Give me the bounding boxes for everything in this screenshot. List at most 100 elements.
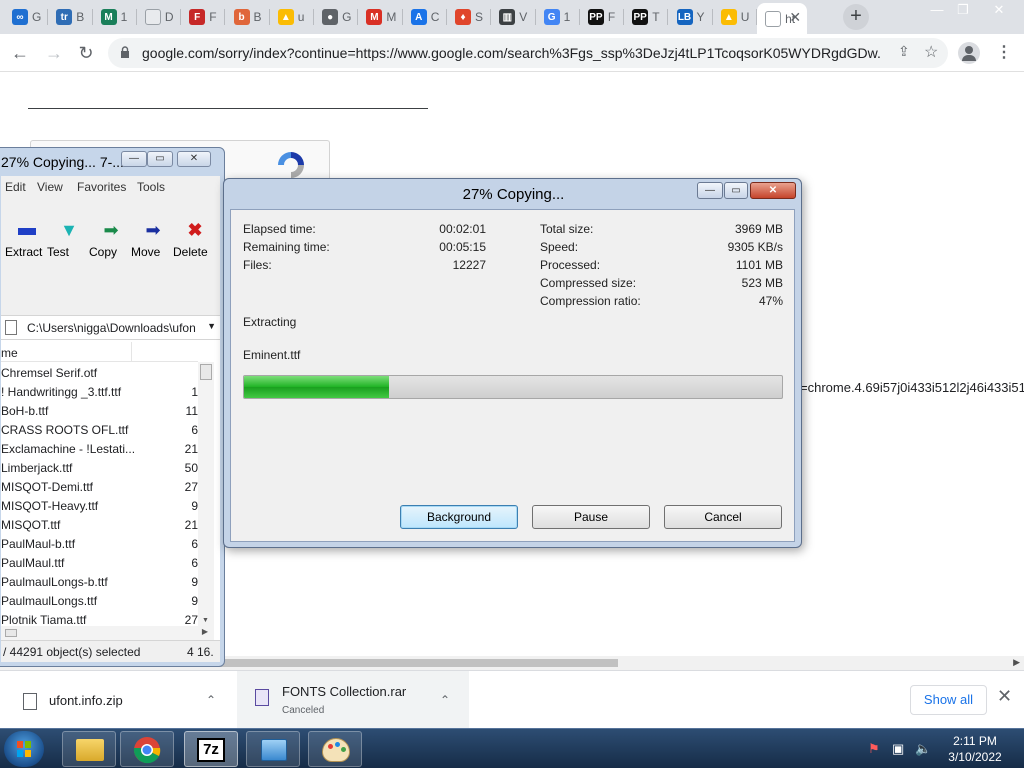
tab-4[interactable]: FF — [181, 4, 226, 30]
close-button[interactable]: ✕ — [177, 151, 211, 167]
scrollbar-thumb[interactable] — [5, 629, 17, 637]
tab-6[interactable]: ▲ u — [270, 4, 315, 30]
restore-window-button[interactable]: ❐ — [948, 0, 978, 20]
share-icon[interactable]: ⇪ — [898, 43, 910, 60]
tab-1[interactable]: tr B — [48, 4, 93, 30]
file-row[interactable]: Exclamachine - !Lestati... 21 — [1, 440, 198, 459]
minimize-button[interactable]: — — [697, 182, 723, 199]
address-bar[interactable]: google.com/sorry/index?continue=https://… — [108, 38, 948, 68]
tab-title: B — [76, 10, 85, 24]
file-row[interactable]: PaulMaul.ttf 6 — [1, 554, 198, 573]
scroll-right-arrow-icon[interactable]: ▶ — [202, 627, 208, 636]
volume-icon[interactable]: 🔈 — [915, 741, 931, 757]
scroll-right-arrow-icon[interactable]: ▶ — [1013, 657, 1020, 668]
file-row[interactable]: PaulMaul-b.ttf 6 — [1, 535, 198, 554]
reload-button[interactable]: ↻ — [74, 41, 98, 65]
menu-kebab-icon[interactable]: ⋮ — [996, 42, 1012, 62]
chrome-taskbar-button[interactable] — [120, 731, 174, 767]
network-icon[interactable]: ▣ — [892, 741, 904, 757]
file-size: 21 — [184, 442, 198, 456]
maximize-button[interactable]: ▭ — [724, 182, 748, 199]
extract-button[interactable]: Extract — [5, 218, 49, 259]
explorer-taskbar-button[interactable] — [62, 731, 116, 767]
forward-button[interactable]: → — [42, 41, 66, 65]
new-tab-button[interactable]: + — [843, 4, 869, 30]
file-name: ! Handwritingg _3.ttf.ttf — [1, 385, 122, 399]
file-list-vertical-scrollbar[interactable]: ▼ — [198, 362, 214, 626]
file-row[interactable]: Limberjack.ttf 50 — [1, 459, 198, 478]
stat-label: Speed: — [540, 240, 579, 254]
close-shelf-icon[interactable]: ✕ — [997, 686, 1012, 707]
background-button[interactable]: Background — [400, 505, 518, 529]
file-row[interactable]: Chremsel Serif.otf — [1, 364, 198, 383]
path-combobox[interactable]: C:\Users\nigga\Downloads\ufon ▼ — [1, 316, 220, 340]
minimize-button[interactable]: — — [121, 151, 147, 167]
move-button[interactable]: ➡ Move — [131, 218, 175, 259]
tab-14[interactable]: PP T — [624, 4, 669, 30]
close-tab-icon[interactable]: ✕ — [789, 9, 801, 26]
menu-edit[interactable]: Edit — [5, 180, 26, 194]
close-button[interactable]: ✕ — [750, 182, 796, 199]
pp-icon: PP — [587, 9, 604, 25]
menu-view[interactable]: View — [37, 180, 63, 194]
download-item-rar[interactable]: FONTS Collection.rar Canceled ⌃ — [237, 671, 469, 729]
file-row[interactable]: MISQOT-Demi.ttf 27 — [1, 478, 198, 497]
chevron-up-icon[interactable]: ⌃ — [440, 693, 450, 707]
windows-logo-icon — [17, 741, 31, 757]
scroll-down-arrow-icon[interactable]: ▼ — [202, 617, 209, 624]
chevron-up-icon[interactable]: ⌃ — [206, 693, 216, 707]
download-item-zip[interactable]: ufont.info.zip ⌃ — [0, 671, 235, 729]
file-list-horizontal-scrollbar[interactable]: ▶ — [1, 626, 214, 640]
file-row[interactable]: ! Handwritingg _3.ttf.ttf 1 — [1, 383, 198, 402]
tab-7[interactable]: ● G — [314, 4, 359, 30]
control-panel-taskbar-button[interactable] — [246, 731, 300, 767]
chevron-down-icon[interactable]: ▼ — [207, 321, 216, 331]
tab-3[interactable]: D — [137, 4, 182, 30]
start-button[interactable] — [4, 731, 44, 767]
menu-tools[interactable]: Tools — [137, 180, 165, 194]
tab-9[interactable]: AC — [403, 4, 447, 30]
file-list[interactable]: Chremsel Serif.otf ! Handwritingg _3.ttf.… — [1, 364, 198, 626]
close-window-button[interactable]: ✕ — [982, 0, 1016, 20]
brave-shield-icon: ♦ — [455, 9, 471, 25]
file-row[interactable]: CRASS ROOTS OFL.ttf 6 — [1, 421, 198, 440]
7zip-taskbar-button[interactable]: 7z — [184, 731, 238, 767]
tab-5[interactable]: bB — [226, 4, 270, 30]
maximize-button[interactable]: ▭ — [147, 151, 173, 167]
cancel-button[interactable]: Cancel — [664, 505, 782, 529]
back-button[interactable]: ← — [8, 41, 32, 65]
bookmark-star-icon[interactable]: ☆ — [924, 42, 938, 62]
tab-15[interactable]: LB Y — [669, 4, 713, 30]
delete-button[interactable]: ✖ Delete — [173, 218, 217, 259]
file-row[interactable]: Plotnik Tiama.ttf 27 — [1, 611, 198, 626]
tab-0[interactable]: ∞ G — [4, 4, 49, 30]
scrollbar-thumb[interactable] — [200, 364, 212, 380]
tab-11[interactable]: ▥ V — [491, 4, 536, 30]
paint-taskbar-button[interactable] — [308, 731, 362, 767]
file-row[interactable]: MISQOT-Heavy.ttf 9 — [1, 497, 198, 516]
tab-2[interactable]: M1 — [93, 4, 137, 30]
tab-10[interactable]: ♦ S — [447, 4, 492, 30]
profile-avatar[interactable] — [958, 42, 980, 64]
tab-17[interactable]: ht ✕ — [757, 3, 808, 34]
tab-12[interactable]: G1 — [536, 4, 580, 30]
7zip-file-manager-window[interactable]: 27% Copying... 7-... — ▭ ✕ Edit View Fav… — [0, 147, 225, 667]
pause-button[interactable]: Pause — [532, 505, 650, 529]
clock[interactable]: 2:11 PM 3/10/2022 — [940, 733, 1010, 765]
column-divider[interactable] — [131, 342, 132, 362]
column-header[interactable]: me — [1, 342, 198, 362]
file-row[interactable]: PaulmaulLongs-b.ttf 9 — [1, 573, 198, 592]
menu-favorites[interactable]: Favorites — [77, 180, 126, 194]
copying-progress-dialog[interactable]: 27% Copying... — ▭ ✕ Elapsed time: 00:02:… — [223, 178, 802, 548]
tab-13[interactable]: PP F — [580, 4, 625, 30]
network-error-icon[interactable]: ⚑ — [868, 741, 880, 757]
file-row[interactable]: PaulmaulLongs.ttf 9 — [1, 592, 198, 611]
file-row[interactable]: MISQOT.ttf 21 — [1, 516, 198, 535]
tab-16[interactable]: ▲ U — [713, 4, 758, 30]
file-row[interactable]: BoH-b.ttf 11 — [1, 402, 198, 421]
copy-button[interactable]: ➡ Copy — [89, 218, 133, 259]
tab-8[interactable]: MM — [358, 4, 403, 30]
test-button[interactable]: ▼ Test — [47, 218, 91, 259]
name-column-header[interactable]: me — [1, 346, 18, 360]
show-all-downloads-button[interactable]: Show all — [910, 685, 987, 715]
